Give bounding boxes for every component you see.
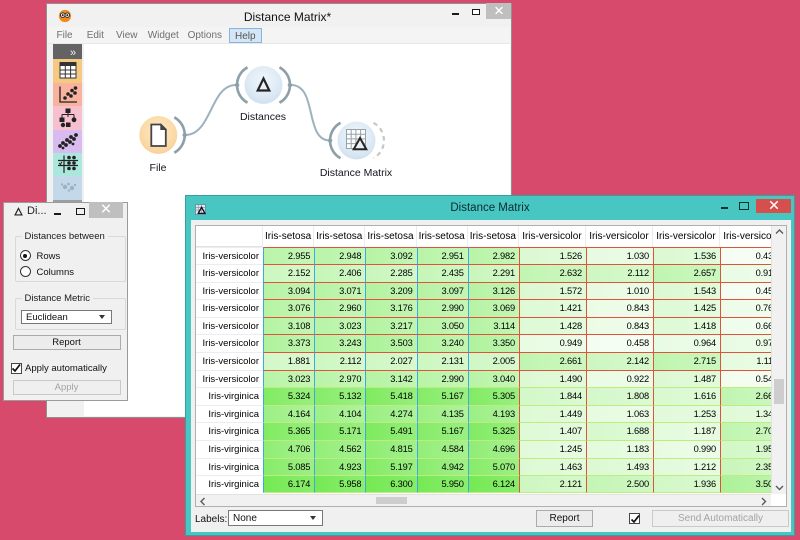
svg-text:»: » [70,47,76,59]
